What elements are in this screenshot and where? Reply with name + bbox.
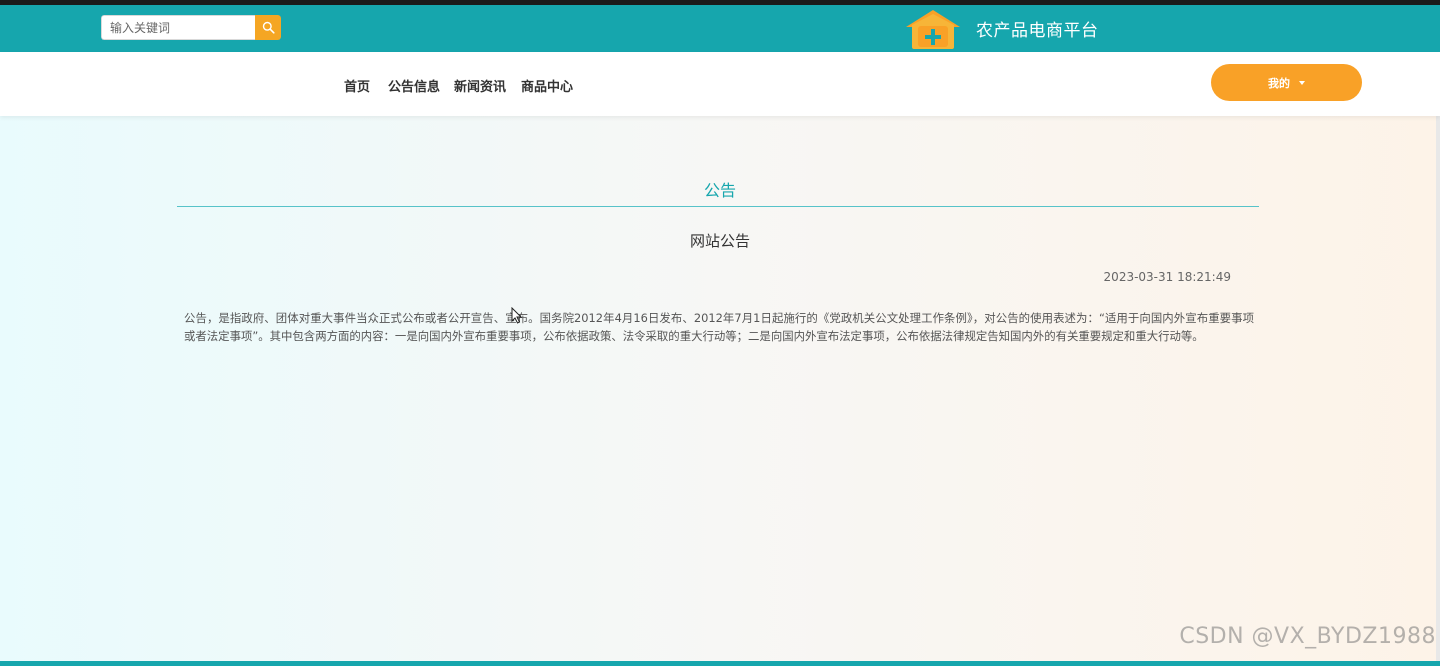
caret-down-icon [1299, 80, 1305, 85]
search-icon [262, 21, 275, 34]
mouse-cursor-icon [511, 307, 522, 324]
nav-item-news[interactable]: 新闻资讯 [454, 76, 506, 95]
nav-item-announcements[interactable]: 公告信息 [388, 76, 440, 95]
site-title: 农产品电商平台 [976, 21, 1099, 41]
scrollbar-track[interactable] [1436, 52, 1440, 661]
search-input[interactable] [101, 15, 255, 40]
top-header-bar: 农产品电商平台 [0, 5, 1440, 52]
notice-title: 网站公告 [689, 232, 750, 250]
house-plus-icon [902, 7, 964, 51]
search-button[interactable] [255, 15, 281, 40]
notice-body-text: 公告，是指政府、团体对重大事件当众正式公布或者公开宣告、宣布。国务院2012年4… [184, 311, 1254, 343]
user-menu-button[interactable]: 我的 [1211, 64, 1362, 101]
watermark-text: CSDN @VX_BYDZ1988 [1179, 624, 1436, 649]
nav-item-products[interactable]: 商品中心 [521, 76, 573, 95]
main-navbar: 首页 公告信息 新闻资讯 商品中心 我的 [0, 52, 1440, 116]
bottom-border [0, 661, 1440, 666]
section-divider [177, 206, 1259, 207]
nav-item-home[interactable]: 首页 [344, 76, 370, 95]
section-title: 公告 [703, 181, 736, 200]
search-box [101, 15, 281, 40]
user-menu-label: 我的 [1268, 76, 1290, 90]
notice-timestamp: 2023-03-31 18:21:49 [1103, 270, 1231, 284]
